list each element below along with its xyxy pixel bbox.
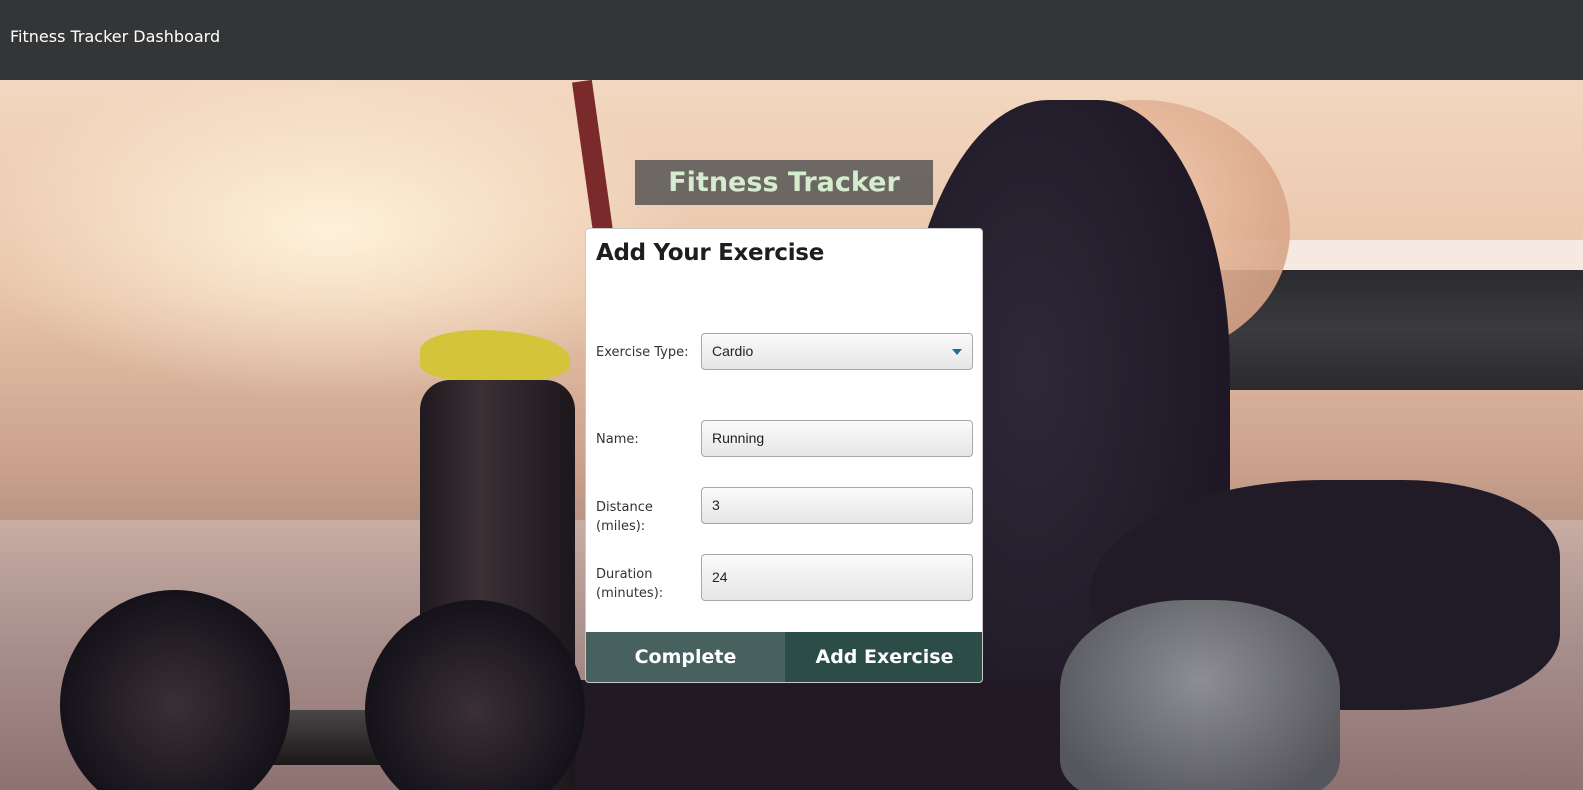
add-exercise-button[interactable]: Add Exercise [785,632,982,682]
background-shoe [1060,600,1340,790]
duration-input[interactable]: 24 [701,554,973,601]
exercise-type-label: Exercise Type: [596,345,689,360]
duration-label: Duration (minutes): [596,567,664,601]
navbar-brand[interactable]: Fitness Tracker Dashboard [10,27,220,46]
exercise-type-value: Cardio [712,343,754,359]
distance-input[interactable]: 3 [701,487,973,524]
form-heading: Add Your Exercise [596,240,824,266]
top-navbar: Fitness Tracker Dashboard [0,0,1583,80]
add-exercise-card: Add Your Exercise Exercise Type: Cardio … [585,228,983,683]
name-input[interactable]: Running [701,420,973,457]
background-mat [560,680,1120,790]
app-title: Fitness Tracker [635,160,933,205]
exercise-type-select[interactable]: Cardio [701,333,973,370]
background-bottle-cap [420,330,570,380]
caret-down-icon [952,349,962,355]
name-label: Name: [596,432,639,447]
distance-label: Distance (miles): [596,500,653,534]
complete-button[interactable]: Complete [586,632,785,682]
